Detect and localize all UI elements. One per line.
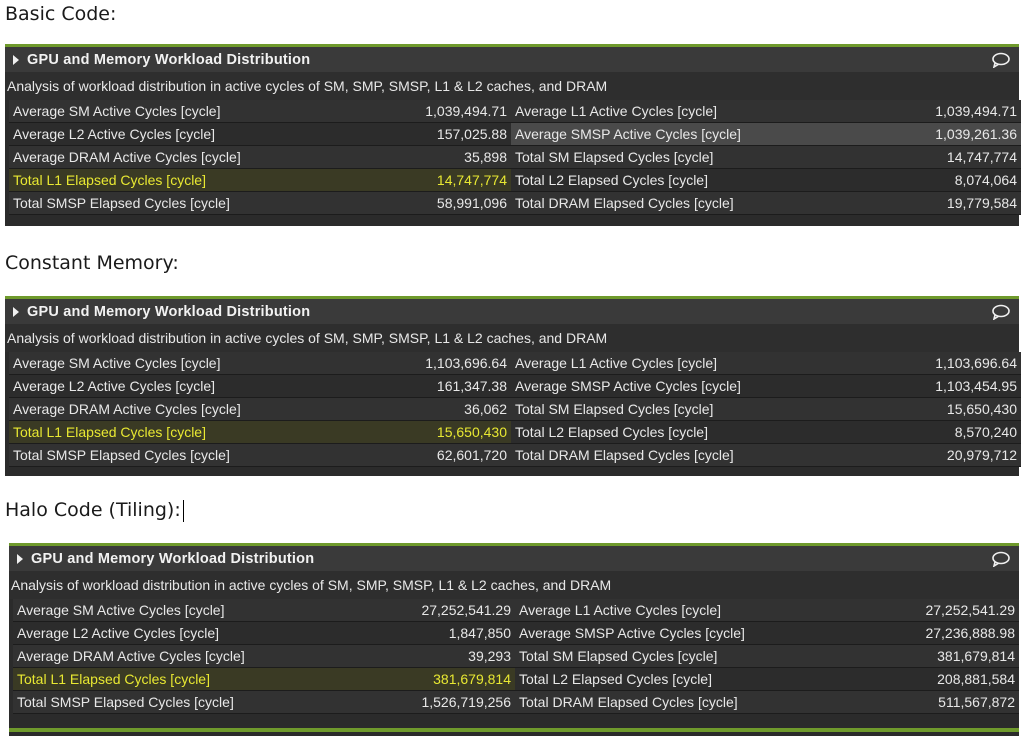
metric-label: Total SM Elapsed Cycles [cycle] [511,398,771,421]
metric-label: Average SM Active Cycles [cycle] [9,352,253,375]
metric-value: 381,679,814 [771,645,1019,668]
metric-value: 15,650,430 [771,398,1021,421]
metric-value-highlighted: 15,650,430 [253,421,511,444]
section-caption: Halo Code (Tiling): [5,498,184,522]
metric-value: 27,252,541.29 [257,599,515,622]
metric-label: Average L1 Active Cycles [cycle] [511,352,771,375]
section-caption: Constant Memory: [5,252,179,274]
metric-label: Average SM Active Cycles [cycle] [13,599,257,622]
metric-value: 157,025.88 [253,123,511,146]
expand-triangle-icon[interactable] [17,553,23,564]
metric-value: 1,103,696.64 [771,352,1021,375]
workload-panel-basic: GPU and Memory Workload Distribution Ana… [5,44,1021,226]
metric-value: 1,847,850 [257,622,515,645]
panel-description: Analysis of workload distribution in act… [5,324,1019,352]
comment-icon[interactable] [991,304,1011,320]
metric-value: 1,039,494.71 [771,100,1021,123]
metric-label: Average SMSP Active Cycles [cycle] [511,123,771,146]
metric-value: 19,779,584 [771,192,1021,215]
metric-value: 8,074,064 [771,169,1021,192]
metrics-table: Average SM Active Cycles [cycle] 27,252,… [13,599,1019,714]
panel-title: GPU and Memory Workload Distribution [27,51,311,68]
comment-icon[interactable] [991,52,1011,68]
metric-value: 1,103,696.64 [253,352,511,375]
metric-value-highlighted: 381,679,814 [257,668,515,691]
metric-label: Total SMSP Elapsed Cycles [cycle] [9,192,253,215]
panel-header[interactable]: GPU and Memory Workload Distribution [5,47,1019,72]
metric-label: Average SMSP Active Cycles [cycle] [511,375,771,398]
caption-text: Halo Code (Tiling): [5,499,181,521]
metric-value: 8,570,240 [771,421,1021,444]
metric-label: Total DRAM Elapsed Cycles [cycle] [515,691,771,714]
metric-value: 208,881,584 [771,668,1019,691]
workload-panel-halo: GPU and Memory Workload Distribution Ana… [9,543,1019,736]
metric-value: 20,979,712 [771,444,1021,467]
metric-value: 1,103,454.95 [771,375,1021,398]
text-cursor [182,499,184,522]
metric-label: Average L2 Active Cycles [cycle] [9,123,253,146]
metric-label: Total SM Elapsed Cycles [cycle] [515,645,771,668]
metric-label: Average DRAM Active Cycles [cycle] [9,398,253,421]
metric-value: 511,567,872 [771,691,1019,714]
panel-title: GPU and Memory Workload Distribution [31,550,315,567]
metrics-table: Average SM Active Cycles [cycle] 1,103,6… [9,352,1021,467]
metric-value: 1,039,494.71 [253,100,511,123]
metric-value: 14,747,774 [771,146,1021,169]
panel-title: GPU and Memory Workload Distribution [27,303,311,320]
metric-label: Average L2 Active Cycles [cycle] [9,375,253,398]
metric-label: Total DRAM Elapsed Cycles [cycle] [511,444,771,467]
metric-value: 39,293 [257,645,515,668]
metric-label: Total L2 Elapsed Cycles [cycle] [515,668,771,691]
metric-value-highlighted: 14,747,774 [253,169,511,192]
metric-label: Average L2 Active Cycles [cycle] [13,622,257,645]
metric-label: Total L2 Elapsed Cycles [cycle] [511,421,771,444]
metric-value: 27,236,888.98 [771,622,1019,645]
expand-triangle-icon[interactable] [13,54,19,65]
metric-label: Total SM Elapsed Cycles [cycle] [511,146,771,169]
comment-icon[interactable] [991,551,1011,567]
metric-value: 27,252,541.29 [771,599,1019,622]
section-caption: Basic Code: [5,3,117,25]
metric-value: 1,526,719,256 [257,691,515,714]
workload-panel-constant: GPU and Memory Workload Distribution Ana… [5,296,1021,476]
metric-label-highlighted: Total L1 Elapsed Cycles [cycle] [9,169,253,192]
metric-value: 161,347.38 [253,375,511,398]
panel-description: Analysis of workload distribution in act… [9,571,1019,599]
panel-description: Analysis of workload distribution in act… [5,72,1019,100]
metric-label: Total SMSP Elapsed Cycles [cycle] [13,691,257,714]
metric-label: Total SMSP Elapsed Cycles [cycle] [9,444,253,467]
metric-label-highlighted: Total L1 Elapsed Cycles [cycle] [13,668,257,691]
panel-header[interactable]: GPU and Memory Workload Distribution [9,546,1019,571]
metric-label: Average SM Active Cycles [cycle] [9,100,253,123]
metric-label: Average DRAM Active Cycles [cycle] [13,645,257,668]
metric-label: Average DRAM Active Cycles [cycle] [9,146,253,169]
panel-header[interactable]: GPU and Memory Workload Distribution [5,299,1019,324]
metric-label-highlighted: Total L1 Elapsed Cycles [cycle] [9,421,253,444]
metric-label: Total DRAM Elapsed Cycles [cycle] [511,192,771,215]
metric-label: Average L1 Active Cycles [cycle] [511,100,771,123]
metric-value: 58,991,096 [253,192,511,215]
metric-value: 35,898 [253,146,511,169]
metric-value: 36,062 [253,398,511,421]
metric-label: Total L2 Elapsed Cycles [cycle] [511,169,771,192]
metric-label: Average SMSP Active Cycles [cycle] [515,622,771,645]
expand-triangle-icon[interactable] [13,306,19,317]
metrics-table: Average SM Active Cycles [cycle] 1,039,4… [9,100,1021,215]
panel-footer-bar [9,728,1019,732]
metric-value: 62,601,720 [253,444,511,467]
metric-value: 1,039,261.36 [771,123,1021,146]
metric-label: Average L1 Active Cycles [cycle] [515,599,771,622]
